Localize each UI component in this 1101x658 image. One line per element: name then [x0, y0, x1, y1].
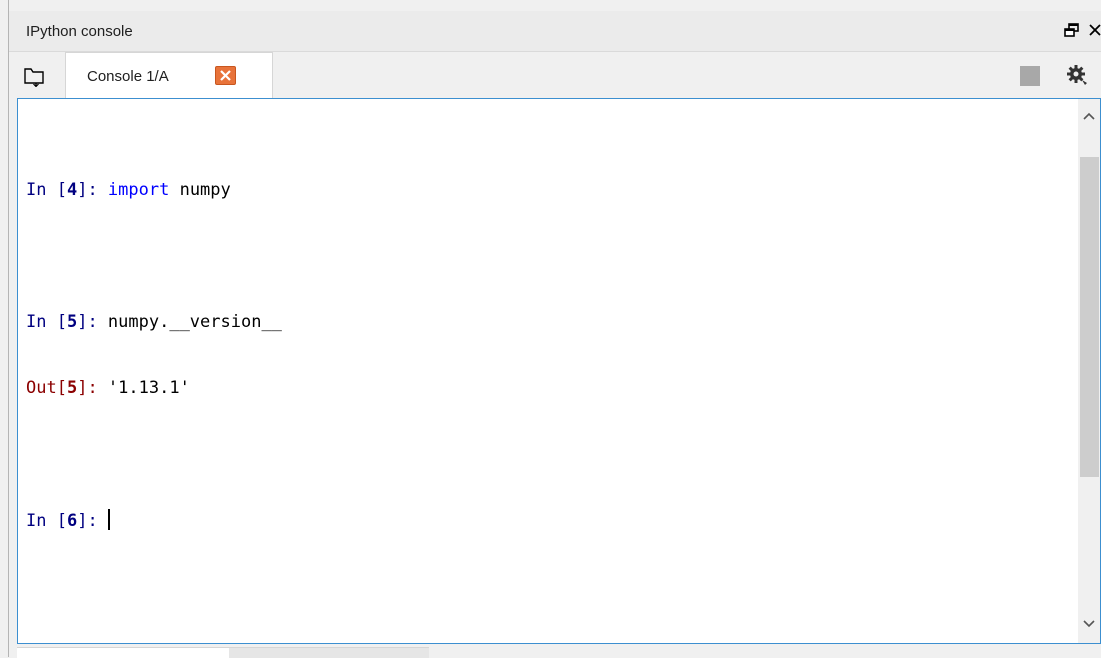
console-output-area[interactable]: In [4]: import numpy In [5]: numpy.__ver… [17, 98, 1101, 644]
code-text: numpy [169, 180, 231, 200]
console-tab-bar: Console 1/A [9, 52, 1101, 99]
prompt-number: 4 [66, 180, 78, 200]
undock-icon[interactable] [1063, 21, 1081, 39]
in-prompt-open: In [ [26, 312, 67, 332]
vertical-scrollbar[interactable] [1078, 99, 1100, 643]
text-cursor [107, 509, 110, 530]
console-line: In [4]: import numpy [26, 179, 282, 201]
stop-icon[interactable] [1020, 66, 1040, 86]
in-prompt-open: In [ [26, 511, 67, 531]
out-prompt-close: ]: [77, 378, 108, 398]
browse-tabs-icon[interactable] [22, 63, 48, 88]
output-value: '1.13.1' [107, 378, 190, 398]
code-keyword: import [107, 180, 170, 200]
scrollbar-thumb[interactable] [1080, 157, 1099, 477]
code-text: numpy.__version__ [107, 312, 282, 332]
tab-label: Console 1/A [87, 68, 169, 85]
tab-console-1a[interactable]: Console 1/A [65, 52, 273, 99]
prompt-number: 5 [66, 312, 78, 332]
bottom-tab-strip [9, 645, 1101, 658]
console-input-line[interactable]: In [6]: [26, 509, 282, 531]
bottom-tab[interactable] [17, 647, 229, 658]
pane-title-bar: IPython console [9, 11, 1101, 52]
console-line: Out[5]: '1.13.1' [26, 377, 282, 399]
in-prompt-open: In [ [26, 180, 67, 200]
in-prompt-close: ]: [77, 180, 108, 200]
in-prompt-close: ]: [77, 511, 108, 531]
out-prompt-open: Out[ [26, 378, 67, 398]
scroll-up-icon[interactable] [1078, 99, 1100, 137]
gear-icon[interactable] [1065, 63, 1089, 87]
prompt-number: 6 [66, 511, 78, 531]
bottom-tab[interactable] [229, 647, 429, 658]
console-line: In [5]: numpy.__version__ [26, 311, 282, 333]
in-prompt-close: ]: [77, 312, 108, 332]
pane-left-border [8, 0, 9, 657]
ipython-console-pane: IPython console Console 1/A In [4]: impo… [0, 0, 1101, 658]
pane-title: IPython console [26, 23, 133, 40]
scroll-down-icon[interactable] [1078, 605, 1100, 643]
prompt-number: 5 [66, 378, 78, 398]
close-icon[interactable] [1087, 21, 1101, 39]
tab-close-icon[interactable] [215, 66, 236, 85]
console-text: In [4]: import numpy In [5]: numpy.__ver… [26, 135, 282, 575]
